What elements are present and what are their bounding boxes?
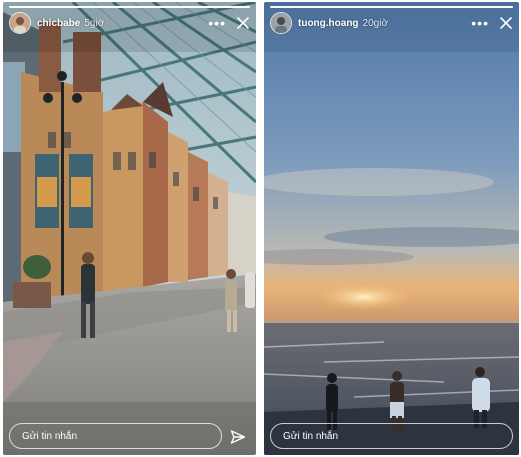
avatar[interactable] [9,12,31,34]
reply-input[interactable]: Gửi tin nhắn [270,423,513,449]
close-icon[interactable] [499,16,513,30]
username[interactable]: tuong.hoang [298,18,359,29]
avatar[interactable] [270,12,292,34]
send-icon[interactable] [230,429,246,445]
reply-placeholder: Gửi tin nhắn [283,430,339,442]
post-time: 5giờ [84,17,105,29]
story-progress-bar [9,6,250,8]
reply-input[interactable]: Gửi tin nhắn [9,423,222,449]
story-photo-sunset-beach [264,2,519,455]
more-horizontal-icon[interactable]: ••• [471,16,489,30]
story-photo-street [3,2,256,455]
reply-placeholder: Gửi tin nhắn [22,430,78,442]
close-icon[interactable] [236,16,250,30]
story-header: tuong.hoang 20giờ ••• [270,12,513,34]
post-time: 20giờ [362,17,389,29]
username[interactable]: chicbabe [37,18,80,29]
story-header: chicbabe 5giờ ••• [9,12,250,34]
story-progress-bar [270,6,513,8]
more-horizontal-icon[interactable]: ••• [208,16,226,30]
story-panel-2[interactable]: tuong.hoang 20giờ ••• Gửi tin nhắn [264,2,519,455]
story-panel-1[interactable]: chicbabe 5giờ ••• Gửi tin nhắn [3,2,256,455]
